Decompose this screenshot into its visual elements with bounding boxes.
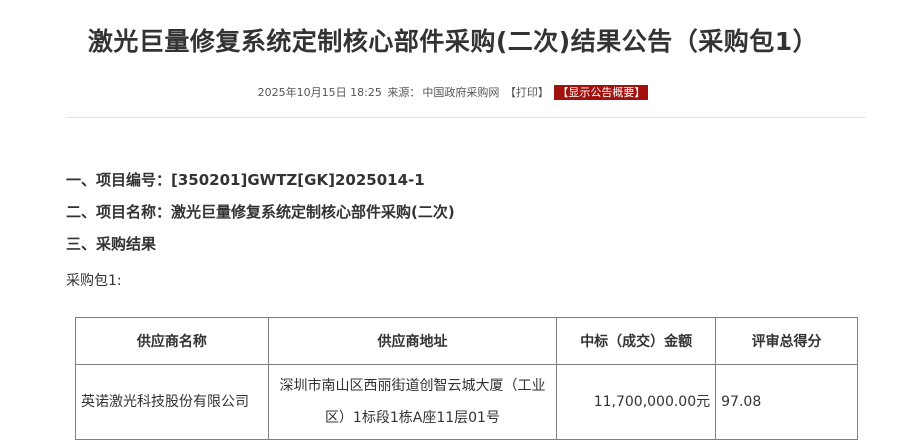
publish-datetime: 2025年10月15日 18:25 — [257, 86, 382, 99]
source-label: 来源： — [387, 86, 421, 99]
source-name: 中国政府采购网 — [422, 86, 500, 99]
cell-supplier: 英诺激光科技股份有限公司 — [75, 364, 269, 440]
header-address: 供应商地址 — [267, 317, 558, 365]
page-title: 激光巨量修复系统定制核心部件采购(二次)结果公告（采购包1） — [87, 27, 819, 56]
cell-amount: 11,700,000.00元 — [556, 364, 717, 440]
header-supplier: 供应商名称 — [75, 317, 269, 365]
table-header-row: 供应商名称 供应商地址 中标（成交）金额 评审总得分 — [75, 317, 858, 365]
results-table: 供应商名称 供应商地址 中标（成交）金额 评审总得分 英诺激光科技股份有限公司 … — [75, 317, 858, 440]
announcement-page: 激光巨量修复系统定制核心部件采购(二次)结果公告（采购包1） 2025年10月1… — [0, 0, 906, 447]
project-number: 一、项目编号：[350201]GWTZ[GK]2025014-1 — [66, 171, 425, 189]
header-score: 评审总得分 — [715, 317, 858, 365]
project-name: 二、项目名称：激光巨量修复系统定制核心部件采购(二次) — [66, 203, 455, 221]
announcement-meta: 2025年10月15日 18:25 来源： 中国政府采购网 【打印】 【显示公告概… — [0, 84, 906, 100]
package-label: 采购包1: — [66, 273, 122, 289]
show-summary-button[interactable]: 【显示公告概要】 — [554, 85, 649, 100]
cell-score: 97.08 — [715, 364, 858, 440]
results-heading: 三、采购结果 — [66, 235, 157, 253]
print-link[interactable]: 【打印】 — [505, 86, 549, 99]
header-amount: 中标（成交）金额 — [556, 317, 717, 365]
table-row: 英诺激光科技股份有限公司 深圳市南山区西丽街道创智云城大厦（工业区）1标段1栋A… — [75, 364, 858, 440]
header-divider — [66, 117, 866, 118]
cell-address: 深圳市南山区西丽街道创智云城大厦（工业区）1标段1栋A座11层01号 — [267, 364, 558, 440]
